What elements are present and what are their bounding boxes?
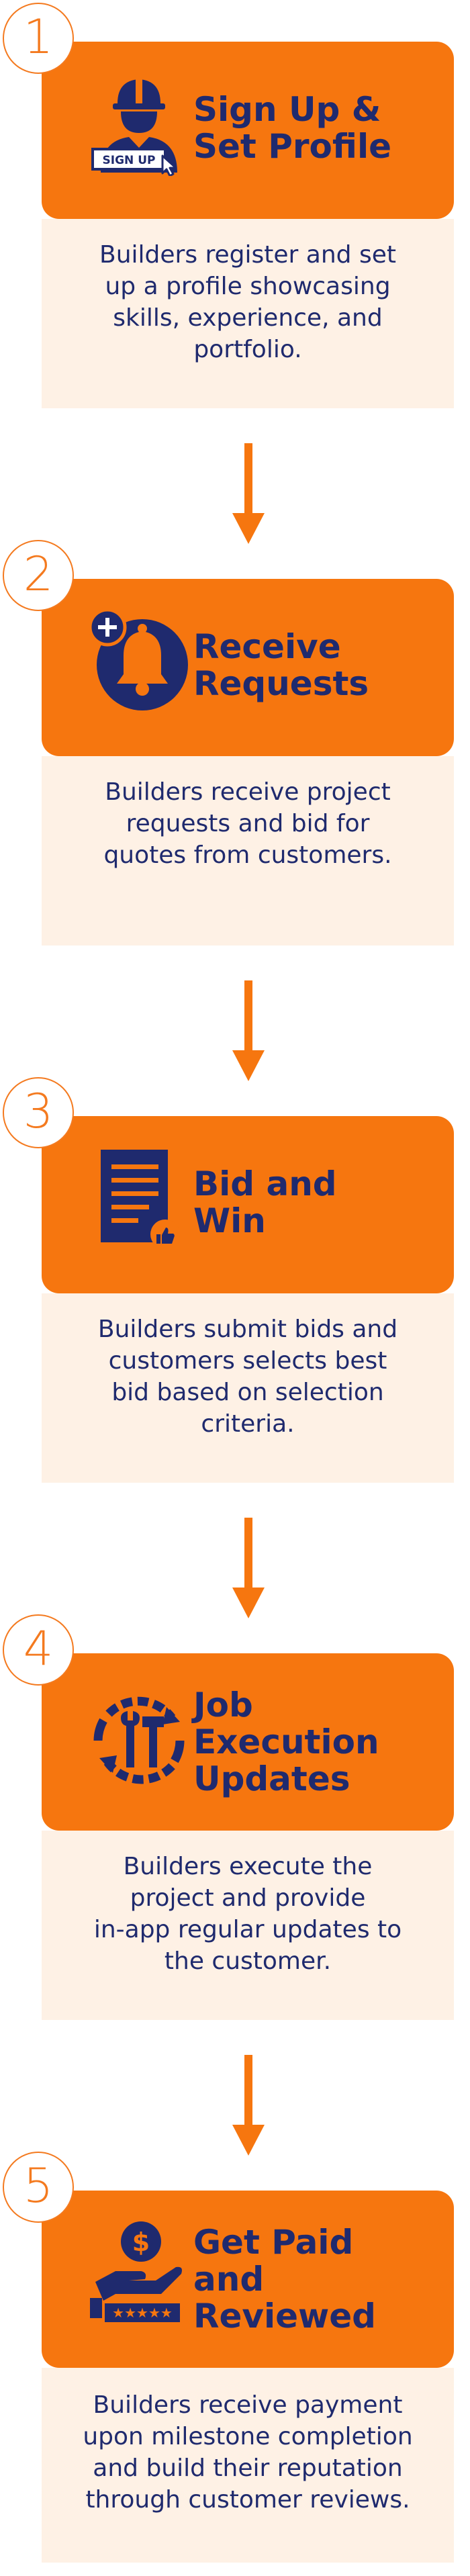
step-description: Builders receive payment upon milestone …	[83, 2391, 413, 2514]
step-number-circle: 1	[3, 3, 74, 74]
step-title: Job Execution Updates	[193, 1686, 379, 1798]
document-thumbs-up-icon	[101, 1150, 180, 1249]
step-number: 3	[23, 1084, 54, 1139]
step-description: Builders execute the project and provide…	[93, 1853, 402, 1975]
step-header: Job Execution Updates	[42, 1653, 454, 1831]
step-number-circle: 3	[3, 1077, 74, 1148]
step-description-card: Builders receive project requests and bi…	[42, 756, 454, 946]
step-description: Builders register and set up a profile s…	[99, 241, 396, 363]
step-title: Receive Requests	[193, 627, 369, 703]
step-description-card: Builders execute the project and provide…	[42, 1831, 454, 2020]
step-number: 2	[23, 547, 54, 602]
notification-bell-plus-icon	[89, 608, 188, 710]
arrow-down-icon	[232, 980, 265, 1081]
step-description-card: Builders receive payment upon milestone …	[42, 2368, 454, 2563]
step-header: SIGN UP Sign Up & Set Profile	[42, 42, 454, 219]
tools-cycle-icon	[93, 1696, 185, 1784]
step-4: 4 Job Execution Updates Builders execute…	[0, 1612, 470, 2156]
step-title: Sign Up & Set Profile	[193, 90, 391, 166]
arrow-down-icon	[232, 443, 265, 544]
arrow-down-icon	[232, 2055, 265, 2156]
svg-text:★★★★★: ★★★★★	[112, 2305, 173, 2321]
arrow-down-icon	[232, 1518, 265, 1618]
step-5: 5 $ ★★★★★ Get Paid and Reviewed Builders…	[0, 2149, 470, 2576]
step-title: Bid and Win	[193, 1164, 337, 1240]
sign-up-badge-text: SIGN UP	[103, 154, 156, 167]
step-description-card: Builders submit bids and customers selec…	[42, 1293, 454, 1483]
step-header: Bid and Win	[42, 1116, 454, 1293]
step-1: 1 SIGN UP Sign Up & Set Profile Builders…	[0, 0, 470, 544]
step-number: 1	[23, 9, 54, 64]
step-number-circle: 2	[3, 540, 74, 611]
hand-money-stars-icon: $ ★★★★★	[90, 2221, 182, 2322]
step-3: 3 Bid and Win Builders submit bids and c…	[0, 1074, 470, 1618]
svg-text:$: $	[132, 2227, 150, 2257]
step-header: Receive Requests	[42, 579, 454, 756]
step-2: 2 Receive Requests Builders receive proj…	[0, 537, 470, 1081]
step-title: Get Paid and Reviewed	[193, 2223, 376, 2336]
step-number: 4	[23, 1621, 54, 1676]
step-number: 5	[23, 2158, 54, 2213]
step-description: Builders submit bids and customers selec…	[97, 1316, 398, 1438]
step-number-circle: 5	[3, 2152, 74, 2223]
step-number-circle: 4	[3, 1614, 74, 1686]
construction-worker-signup-icon: SIGN UP	[91, 77, 177, 176]
step-header: $ ★★★★★ Get Paid and Reviewed	[42, 2191, 454, 2368]
step-description: Builders receive project requests and bi…	[103, 778, 392, 869]
step-description-card: Builders register and set up a profile s…	[42, 219, 454, 408]
